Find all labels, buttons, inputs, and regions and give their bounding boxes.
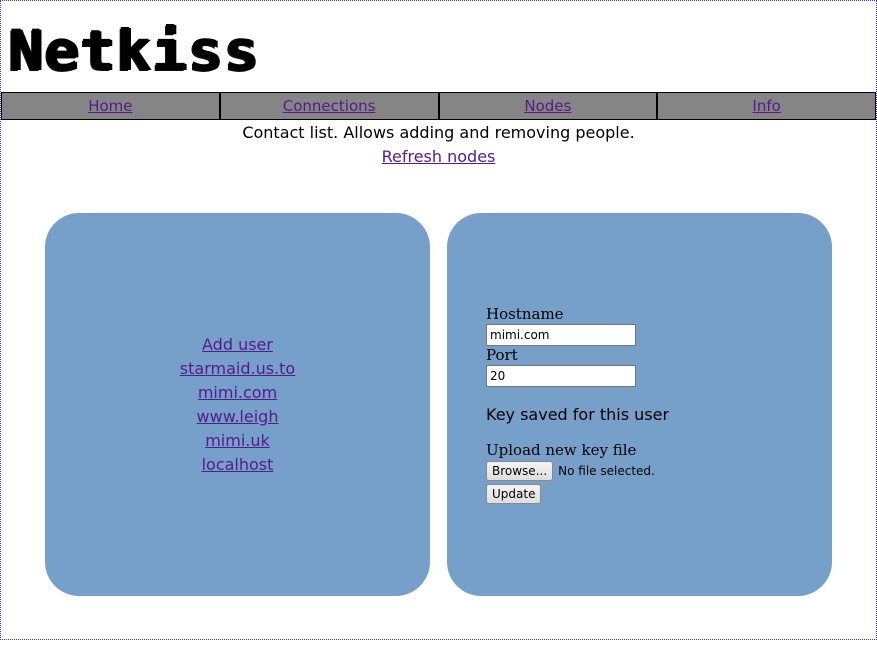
main-nav: Home Connections Nodes Info [1,92,876,120]
browse-button[interactable]: Browse... [486,461,554,481]
file-picker: Browse... No file selected. [486,461,806,481]
nav-info[interactable]: Info [658,93,876,119]
refresh-nodes-link[interactable]: Refresh nodes [382,147,496,166]
port-label: Port [486,346,518,364]
nav-nodes[interactable]: Nodes [440,93,659,119]
nav-connections[interactable]: Connections [221,93,440,119]
user-list-panel: Add user starmaid.us.to mimi.com www.lei… [45,213,430,596]
user-link[interactable]: mimi.com [198,383,277,402]
add-user-link[interactable]: Add user [202,335,273,354]
user-form: Hostname Port Key saved for this user Up… [486,305,806,504]
page-description: Contact list. Allows adding and removing… [242,123,635,142]
site-logo: Netkiss [8,17,260,83]
file-status-text: No file selected. [558,464,655,478]
user-link[interactable]: www.leigh [197,407,279,426]
upload-key-label: Upload new key file [486,441,637,459]
key-status-text: Key saved for this user [486,405,670,424]
hostname-label: Hostname [486,305,564,323]
hostname-input[interactable] [486,324,636,346]
port-input[interactable] [486,365,636,387]
refresh-row: Refresh nodes [0,147,877,166]
user-detail-panel: Hostname Port Key saved for this user Up… [447,213,832,596]
user-link[interactable]: localhost [202,455,274,474]
user-link[interactable]: mimi.uk [205,431,270,450]
update-button[interactable]: Update [486,484,542,504]
nav-home[interactable]: Home [1,93,221,119]
user-link[interactable]: starmaid.us.to [180,359,295,378]
user-list: Add user starmaid.us.to mimi.com www.lei… [45,333,430,477]
